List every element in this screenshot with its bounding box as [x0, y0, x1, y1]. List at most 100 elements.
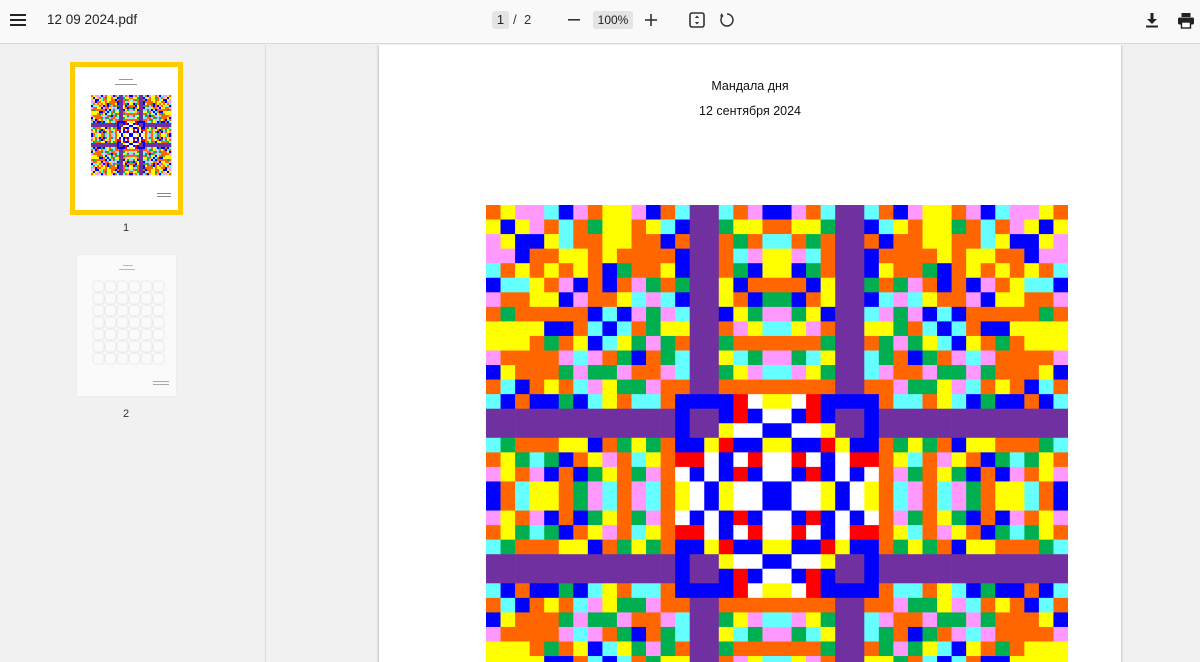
mosaic-cell: [135, 103, 138, 106]
mosaic-cell: [169, 103, 172, 106]
mosaic-cell: [111, 153, 114, 156]
mosaic-cell: [937, 626, 952, 642]
thumb-outline-cell: [92, 316, 105, 329]
mosaic-cell: [878, 365, 894, 380]
mosaic-cell: [133, 95, 136, 98]
mosaic-cell: [109, 119, 112, 122]
mosaic-cell: [145, 131, 148, 134]
mosaic-cell: [141, 97, 144, 100]
mosaic-cell: [99, 159, 102, 162]
mosaic-cell: [675, 466, 690, 482]
mosaic-cell: [966, 365, 981, 380]
mosaic-cell: [101, 165, 104, 168]
mosaic-cell: [660, 612, 676, 628]
mosaic-cell: [777, 452, 792, 468]
mosaic-cell: [163, 107, 166, 110]
print-button[interactable]: [1172, 6, 1200, 34]
mosaic-cell: [119, 131, 122, 134]
mosaic-cell: [139, 101, 142, 104]
mosaic-cell: [115, 125, 118, 128]
mosaic-cell: [145, 147, 148, 150]
page-thumbnail-1[interactable]: [70, 62, 183, 215]
mosaic-cell: [587, 481, 603, 497]
mosaic-cell: [115, 131, 118, 134]
mosaic-cell: [995, 205, 1011, 220]
mosaic-cell: [169, 127, 172, 130]
menu-button[interactable]: [4, 6, 32, 34]
mosaic-cell: [544, 205, 560, 220]
mosaic-cell: [125, 101, 128, 104]
mosaic-cell: [864, 525, 880, 540]
page-thumbnail-2[interactable]: [76, 254, 177, 397]
rotate-button[interactable]: [713, 6, 741, 34]
page-number-input[interactable]: 1: [492, 11, 509, 29]
mosaic-cell: [99, 131, 102, 134]
mosaic-cell: [806, 205, 821, 220]
mosaic-cell: [1024, 205, 1040, 220]
mosaic-cell: [747, 408, 763, 424]
mosaic-cell: [777, 525, 792, 540]
zoom-in-button[interactable]: [637, 6, 665, 34]
mosaic-cell: [747, 306, 763, 322]
mosaic-cell: [153, 161, 156, 164]
fit-page-button[interactable]: [683, 6, 711, 34]
mosaic-cell: [141, 165, 144, 168]
mosaic-cell: [951, 452, 967, 468]
mosaic-cell: [135, 121, 138, 124]
mosaic-cell: [689, 539, 705, 555]
mosaic-cell: [791, 379, 807, 395]
mosaic-cell: [689, 452, 705, 468]
mosaic-cell: [675, 219, 690, 235]
mosaic-cell: [99, 101, 102, 104]
mosaic-cell: [111, 107, 114, 110]
mosaic-cell: [835, 437, 851, 453]
zoom-out-button[interactable]: [560, 6, 588, 34]
mosaic-cell: [129, 143, 132, 146]
mosaic-cell: [907, 277, 923, 293]
mosaic-cell: [155, 123, 158, 126]
mosaic-cell: [161, 111, 164, 114]
mosaic-cell: [141, 109, 144, 112]
mosaic-cell: [718, 496, 734, 511]
mosaic-cell: [145, 133, 148, 136]
mosaic-cell: [129, 131, 132, 134]
mosaic-cell: [125, 133, 128, 136]
mosaic-cell: [937, 365, 952, 380]
mosaic-cell: [153, 135, 156, 138]
mosaic-cell: [157, 147, 160, 150]
mosaic-cell: [97, 99, 100, 102]
mosaic-cell: [157, 113, 160, 116]
mosaic-cell: [159, 141, 162, 144]
mosaic-cell: [733, 510, 749, 526]
mosaic-cell: [631, 583, 647, 599]
mosaic-cell: [995, 263, 1011, 279]
mosaic-cell: [544, 656, 560, 662]
document-viewer[interactable]: Мандала дня 12 сентября 2024: [267, 45, 1200, 662]
mosaic-cell: [95, 165, 98, 168]
mosaic-cell: [675, 496, 690, 511]
download-button[interactable]: [1138, 6, 1166, 34]
mosaic-cell: [165, 125, 168, 128]
mosaic-cell: [151, 143, 154, 146]
mosaic-cell: [660, 335, 676, 351]
mosaic-cell: [113, 153, 116, 156]
mosaic-cell: [169, 125, 172, 128]
mosaic-cell: [95, 151, 98, 154]
mosaic-cell: [147, 115, 150, 118]
mosaic-cell: [762, 219, 778, 235]
mosaic-cell: [733, 248, 749, 264]
mosaic-cell: [167, 109, 170, 112]
mosaic-cell: [500, 539, 516, 555]
mosaic-cell: [167, 163, 170, 166]
mosaic-cell: [544, 539, 560, 555]
mosaic-cell: [1053, 263, 1068, 279]
zoom-input[interactable]: 100%: [593, 11, 633, 29]
mosaic-cell: [791, 248, 807, 264]
mosaic-cell: [157, 159, 160, 162]
thumb-outline-cell: [116, 328, 129, 341]
file-title: 12 09 2024.pdf: [47, 12, 138, 27]
mosaic-cell: [544, 554, 560, 570]
mosaic-cell: [143, 99, 146, 102]
mosaic-cell: [907, 437, 923, 453]
mosaic-cell: [163, 141, 166, 144]
